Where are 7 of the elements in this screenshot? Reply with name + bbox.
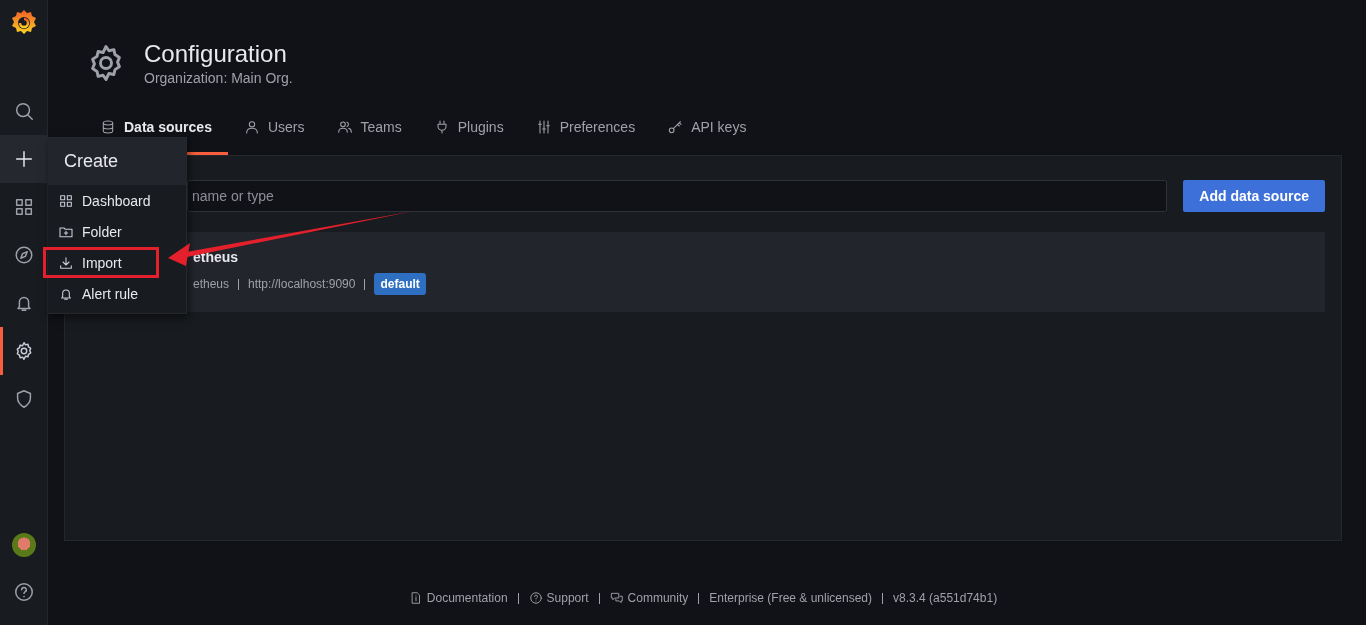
- page-subtitle: Organization: Main Org.: [144, 70, 293, 86]
- data-source-url: http://localhost:9090: [248, 277, 356, 291]
- page-title: Configuration: [144, 40, 288, 68]
- data-source-type: etheus: [193, 277, 230, 291]
- default-badge: default: [374, 273, 426, 295]
- data-source-name: etheus: [193, 249, 240, 265]
- menu-title: Create: [48, 138, 186, 185]
